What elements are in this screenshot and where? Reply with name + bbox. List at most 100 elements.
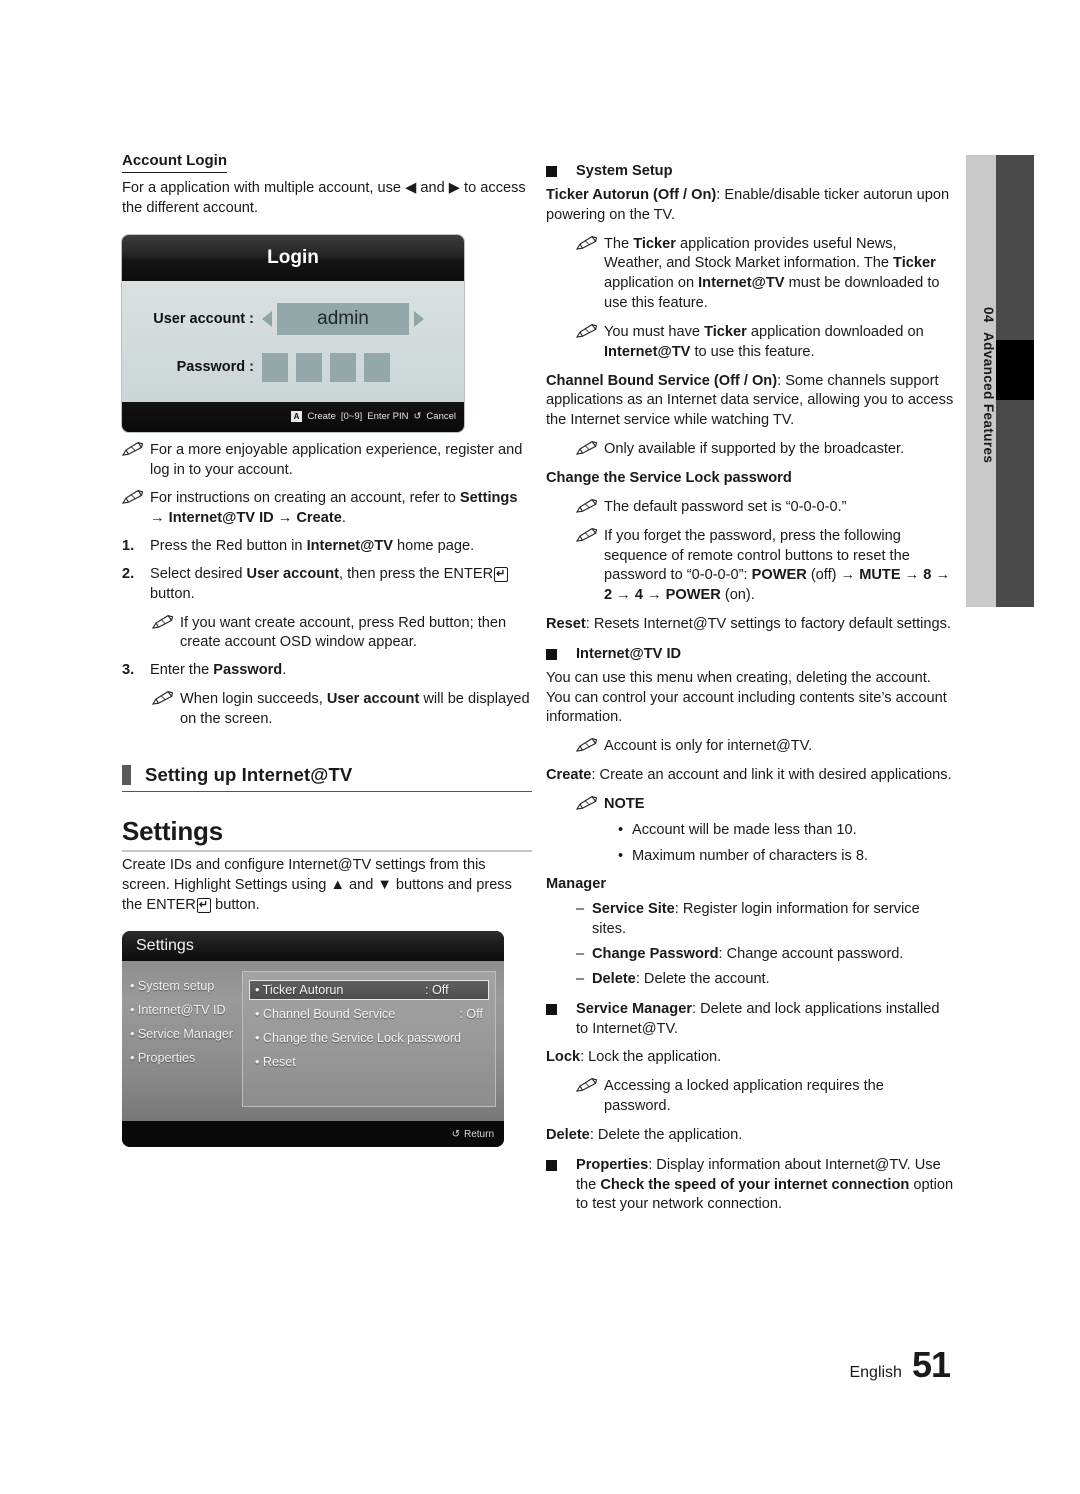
step-2: 2. Select desired User account, then pre… <box>122 565 532 605</box>
settings-option-name: • Channel Bound Service <box>255 1007 396 1022</box>
step-3-number: 3. <box>122 662 135 679</box>
tn2b: Ticker <box>704 323 747 340</box>
login-user-account-row: User account : admin <box>122 302 464 335</box>
mc-bold: Change Password <box>592 946 719 962</box>
tn2e: to use this feature. <box>690 343 815 360</box>
pencil-note-icon <box>576 795 599 815</box>
step-1-text: Press the Red button in Internet@TV home… <box>150 537 532 557</box>
create-rest: : Create an account and link it with des… <box>591 767 952 784</box>
step2-b: User account <box>246 565 340 582</box>
note-account-only-internettv-text: Account is only for internet@TV. <box>604 738 813 755</box>
settings-osd-bottom-bar: ↺ Return <box>122 1121 504 1148</box>
page-number: 51 <box>911 1344 951 1385</box>
login-password-label: Password : <box>176 359 254 376</box>
pencil-note-icon <box>576 323 599 363</box>
note-bullet-char-limit-text: Maximum number of characters is 8. <box>632 847 869 864</box>
settings-intro-b: button. <box>211 896 260 913</box>
settings-heading-rule <box>122 849 532 852</box>
section-tick-mark <box>122 764 131 785</box>
note-locked-app-password: Accessing a locked application requires … <box>576 1077 954 1117</box>
square-bullet-icon <box>546 645 576 665</box>
settings-menu-item-system-setup[interactable]: • System setup <box>130 979 242 993</box>
note-create-account-red-text: If you want create account, press Red bu… <box>180 614 507 651</box>
section-heading-setting-up: Setting up Internet@TV <box>122 764 532 792</box>
note-locked-app-password-text: Accessing a locked application requires … <box>604 1078 884 1115</box>
settings-option-name: • Change the Service Lock password <box>255 1031 462 1046</box>
login-osd-body: User account : admin Password : <box>122 280 464 402</box>
pin-box[interactable] <box>262 352 288 382</box>
login-footer-enter-pin[interactable]: Enter PIN <box>367 411 408 422</box>
settings-option-reset[interactable]: • Reset <box>249 1052 489 1072</box>
reset-label: Reset <box>546 616 586 633</box>
settings-menu-item-internet-tv-id[interactable]: • Internet@TV ID <box>130 1003 242 1017</box>
cbs-label: Channel Bound Service (Off / On) <box>546 372 778 389</box>
note-broadcaster-support: Only available if supported by the broad… <box>576 440 954 460</box>
internet-tv-id-section: Internet@TV ID <box>546 645 954 665</box>
s3n-a: When login succeeds, <box>180 691 327 708</box>
chapter-side-tab: 04 Advanced Features <box>966 155 1034 607</box>
settings-option-ticker-autorun[interactable]: • Ticker Autorun : Off <box>249 980 489 1001</box>
settings-osd-right-panel: • Ticker Autorun : Off • Channel Bound S… <box>242 971 496 1108</box>
page-language: English <box>849 1364 902 1381</box>
note-broadcaster-support-text: Only available if supported by the broad… <box>604 441 905 458</box>
settings-menu-item-service-manager[interactable]: • Service Manager <box>130 1027 242 1041</box>
settings-option-name: • Reset <box>255 1055 296 1070</box>
properties-text: Properties: Display information about In… <box>576 1156 954 1216</box>
pencil-note-icon <box>152 690 175 730</box>
pencil-note-icon <box>576 527 599 606</box>
internet-tv-id-heading: Internet@TV ID <box>576 645 682 662</box>
account-login-intro: For a application with multiple account,… <box>122 180 526 216</box>
tn1b: Ticker <box>633 235 676 252</box>
delete-app-rest: : Delete the application. <box>589 1126 743 1143</box>
settings-osd-return-label[interactable]: Return <box>464 1129 494 1140</box>
login-footer-create[interactable]: Create <box>307 411 336 422</box>
pencil-note-icon <box>576 440 599 460</box>
note-register-login: For a more enjoyable application experie… <box>122 441 532 481</box>
right-arrow-icon[interactable] <box>414 310 424 327</box>
login-footer-cancel[interactable]: Cancel <box>426 411 456 422</box>
login-footer-digits: [0~9] <box>340 411 363 423</box>
note-bullet-char-limit: • Maximum number of characters is 8. <box>618 847 954 867</box>
note-forgot-password: If you forget the password, press the fo… <box>576 527 954 606</box>
left-arrow-icon[interactable] <box>262 310 272 327</box>
step1-a: Press the Red button in <box>150 538 307 555</box>
red-button-a-icon[interactable]: A <box>290 411 303 423</box>
round-bullet-icon: • <box>618 847 624 864</box>
mc-rest: : Change account password. <box>718 946 904 962</box>
page-footer: English 51 <box>849 1344 951 1386</box>
pencil-note-icon <box>152 614 175 654</box>
note-label-text: NOTE <box>604 795 645 812</box>
chapter-title: Advanced Features <box>981 331 996 464</box>
login-osd-title: Login <box>122 234 464 281</box>
step2-a: Select desired <box>150 565 247 582</box>
delete-app-desc: Delete: Delete the application. <box>546 1126 954 1146</box>
pin-box[interactable] <box>330 352 356 382</box>
note-default-password: The default password set is “0-0-0-0.” <box>576 498 954 518</box>
chapter-side-tab-active-marker <box>996 340 1034 400</box>
note-ticker-app-info-text: The Ticker application provides useful N… <box>604 235 954 314</box>
pin-box[interactable] <box>364 352 390 382</box>
settings-menu-item-properties[interactable]: • Properties <box>130 1051 242 1065</box>
settings-option-name: • Ticker Autorun <box>255 983 344 998</box>
settings-option-change-service-lock-password[interactable]: • Change the Service Lock password <box>249 1028 489 1048</box>
note-ticker-download: You must have Ticker application downloa… <box>576 323 954 363</box>
properties-section: Properties: Display information about In… <box>546 1156 954 1216</box>
manual-page: Account Login For a application with mul… <box>0 0 1080 1494</box>
manager-item-change-password: – Change Password: Change account passwo… <box>576 945 954 965</box>
lp-off: (off) → <box>806 567 860 584</box>
ticker-autorun-desc: Ticker Autorun (Off / On): Enable/disabl… <box>546 186 954 226</box>
pin-box[interactable] <box>296 352 322 382</box>
login-user-account-value[interactable]: admin <box>277 302 409 335</box>
step-2-number: 2. <box>122 565 135 582</box>
reset-rest: : Resets Internet@TV settings to factory… <box>585 616 951 633</box>
section-heading-text: Setting up Internet@TV <box>145 763 353 785</box>
step-1: 1. Press the Red button in Internet@TV h… <box>122 537 532 557</box>
account-login-heading: Account Login <box>122 152 227 173</box>
login-pin-boxes[interactable] <box>262 352 390 382</box>
settings-option-channel-bound-service[interactable]: • Channel Bound Service : Off <box>249 1004 489 1024</box>
note-create-account-ref: For instructions on creating an account,… <box>122 489 532 529</box>
return-arrow-icon: ↺ <box>451 1128 460 1140</box>
login-osd-mock: Login User account : admin Password : A … <box>122 234 464 432</box>
pencil-note-icon <box>576 737 599 757</box>
ticker-autorun-label: Ticker Autorun (Off / On) <box>546 186 717 203</box>
